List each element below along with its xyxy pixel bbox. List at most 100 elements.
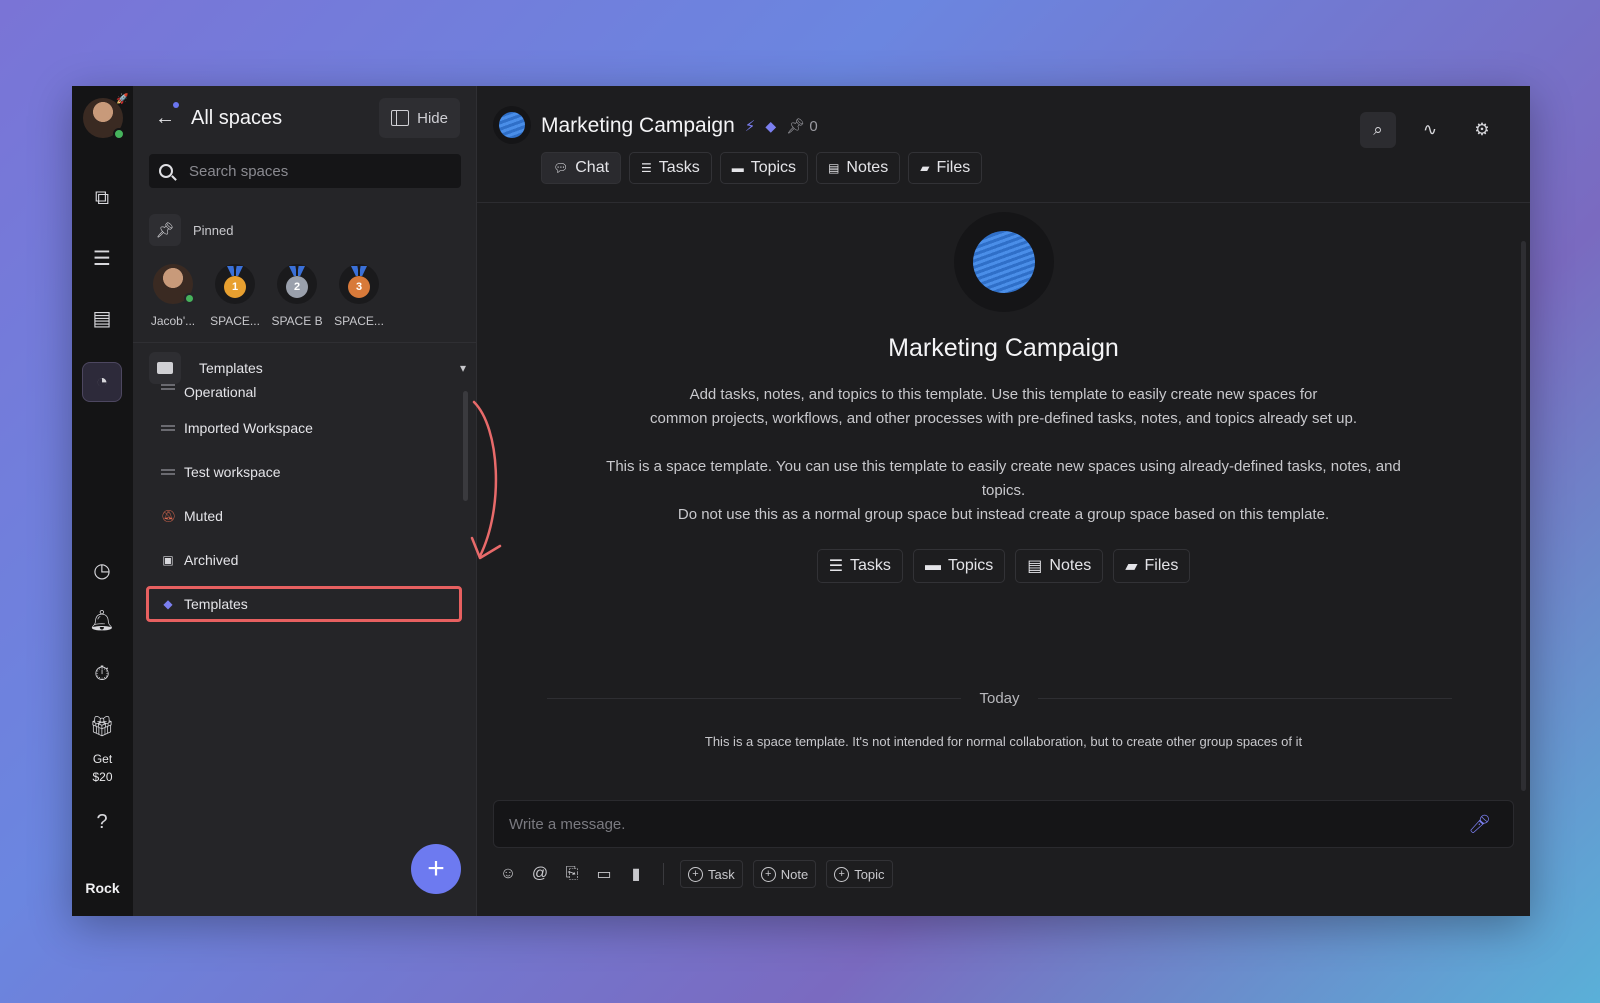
system-message: This is a space template. It's not inten…	[704, 734, 1303, 749]
spaces-icon[interactable]: ⧉	[82, 178, 122, 218]
sidebar-header: ← All spaces Hide	[149, 98, 460, 138]
medal-badge: 3	[348, 276, 370, 298]
shortcut-tasks[interactable]: ☰ Tasks	[816, 549, 903, 583]
arrow-left-icon: ←	[155, 106, 175, 129]
brand-name: Rock	[85, 880, 120, 896]
pinned-space-3[interactable]: 3 SPACE...	[334, 264, 384, 328]
list-item-label: Operational	[184, 384, 257, 400]
app-window: 🚀 ⧉ ☰ ▤ ◔ ◷ 🔔︎ ⏱︎ 🎁︎ Get $20 ? Rock ← Al…	[72, 86, 1530, 916]
nav-rail: 🚀 ⧉ ☰ ▤ ◔ ◷ 🔔︎ ⏱︎ 🎁︎ Get $20 ? Rock	[72, 86, 133, 916]
space-icon	[161, 469, 175, 475]
hide-label: Hide	[417, 109, 448, 127]
list-item-test-workspace[interactable]: Test workspace	[149, 450, 457, 494]
shortcut-notes[interactable]: ▤ Notes	[1015, 549, 1104, 583]
pinned-spaces: Jacob'... 1 SPACE... 2 SPACE B 3 SPACE..…	[149, 264, 384, 328]
yarn-icon	[499, 112, 525, 138]
tasks-list-icon[interactable]: ☰	[82, 238, 122, 278]
sidebar-scrollbar[interactable]	[463, 391, 468, 501]
list-item-label: Archived	[184, 552, 239, 568]
gift-label[interactable]: Get $20	[72, 750, 133, 786]
dashboard-icon[interactable]: ◔	[82, 362, 122, 402]
message-input[interactable]: Write a message. 🎤︎	[493, 800, 1514, 848]
search-spaces-input[interactable]: Search spaces	[149, 154, 461, 188]
pin-count[interactable]: 📌︎ 0	[786, 117, 818, 135]
avatar	[153, 264, 195, 304]
list-item-operational[interactable]: Operational	[149, 384, 457, 406]
intro-shortcuts: ☰ Tasks ▬ Topics ▤ Notes ▰ Files	[477, 549, 1530, 583]
list-item-archived[interactable]: ▣ Archived	[149, 538, 457, 582]
tab-chat[interactable]: 💬︎ Chat	[541, 152, 622, 184]
composer-toolbar: ☺ @ ⎘ ▭ ▮ + Task + Note + Topic	[497, 860, 893, 888]
microphone-icon[interactable]: 🎤︎	[1468, 814, 1491, 835]
pinned-space-jacob[interactable]: Jacob'...	[149, 264, 197, 328]
hide-sidebar-button[interactable]: Hide	[379, 98, 460, 138]
poll-icon[interactable]: ▮	[625, 863, 647, 885]
chevron-down-icon[interactable]: ▾	[460, 361, 466, 375]
gear-icon[interactable]: ⚙︎	[1464, 112, 1500, 148]
bell-icon[interactable]: 🔔︎	[82, 600, 122, 640]
spaces-list: Operational Imported Workspace Test work…	[146, 384, 462, 622]
space-title[interactable]: Marketing Campaign	[541, 114, 735, 138]
description-line: Do not use this as a normal group space …	[677, 506, 1330, 523]
main-scrollbar[interactable]	[1521, 241, 1526, 791]
tasks-icon: ☰	[641, 161, 652, 175]
activity-icon[interactable]: ∿	[1412, 112, 1448, 148]
list-item-label: Templates	[184, 596, 248, 612]
search-placeholder: Search spaces	[189, 162, 289, 180]
video-icon[interactable]: ▭	[593, 863, 615, 885]
attachment-icon[interactable]: ⎘	[561, 863, 583, 885]
yarn-icon	[972, 231, 1035, 293]
add-task-button[interactable]: + Task	[680, 860, 743, 888]
space-intro-title: Marketing Campaign	[888, 334, 1119, 362]
panel-icon	[391, 110, 410, 126]
space-avatar[interactable]	[493, 106, 531, 144]
chat-bubble-icon: 💬︎	[553, 161, 569, 175]
description-line: Add tasks, notes, and topics to this tem…	[689, 386, 1318, 403]
list-item-label: Test workspace	[184, 464, 281, 480]
pinned-space-b[interactable]: 2 SPACE B	[271, 264, 323, 328]
pinned-space-label: SPACE...	[334, 314, 384, 328]
header-actions: ⌕ ∿ ⚙︎	[1360, 112, 1500, 148]
list-item-templates[interactable]: ◆ Templates	[146, 586, 462, 622]
tab-topics[interactable]: ▬ Topics	[719, 152, 809, 184]
timer-icon[interactable]: ⏱︎	[82, 654, 122, 694]
shortcut-topics[interactable]: ▬ Topics	[912, 549, 1006, 583]
tab-tasks[interactable]: ☰ Tasks	[629, 152, 712, 184]
group-label: Templates	[199, 360, 263, 376]
plus-circle-icon: +	[688, 866, 703, 882]
templates-group-header[interactable]: Templates ▾	[149, 352, 466, 384]
add-topic-button[interactable]: + Topic	[826, 860, 893, 888]
emoji-icon[interactable]: ☺	[497, 863, 519, 885]
note-icon: ▤	[1027, 558, 1043, 575]
document-icon[interactable]: ▤	[82, 298, 122, 338]
clock-icon[interactable]: ◷	[82, 550, 122, 590]
help-icon[interactable]: ?	[82, 802, 122, 842]
search-icon[interactable]: ⌕	[1360, 112, 1396, 148]
toolbar-divider	[663, 863, 664, 885]
sidebar-title: All spaces	[191, 106, 283, 129]
mention-icon[interactable]: @	[529, 863, 551, 885]
user-avatar[interactable]: 🚀	[82, 94, 129, 140]
spaces-sidebar: ← All spaces Hide Search spaces 📌︎ Pinne…	[133, 86, 477, 916]
list-item-label: Muted	[184, 508, 223, 524]
muted-bell-icon: 🔕︎	[161, 509, 177, 523]
back-button[interactable]: ←	[149, 102, 181, 134]
shortcut-files[interactable]: ▰ Files	[1113, 549, 1191, 583]
space-title-row: Marketing Campaign ⚡︎ ◆ 📌︎ 0	[541, 114, 818, 138]
medal-icon: 2	[277, 264, 317, 304]
add-note-button[interactable]: + Note	[752, 860, 817, 888]
topic-icon: ▬	[924, 557, 941, 574]
topic-icon: ▬	[731, 161, 744, 175]
list-item-muted[interactable]: 🔕︎ Muted	[149, 494, 457, 538]
space-avatar-large	[953, 212, 1054, 312]
add-space-button[interactable]: +	[411, 844, 461, 894]
online-status-dot	[112, 128, 125, 140]
tasks-icon: ☰	[828, 558, 844, 575]
tab-files[interactable]: ▰ Files	[908, 152, 983, 184]
tab-notes[interactable]: ▤ Notes	[816, 152, 901, 184]
pinned-space-1[interactable]: 1 SPACE...	[210, 264, 260, 328]
paint-bucket-icon: ◆	[765, 117, 777, 134]
gift-icon[interactable]: 🎁︎	[82, 706, 122, 746]
list-item-imported-workspace[interactable]: Imported Workspace	[149, 406, 457, 450]
annotation-arrow	[470, 400, 502, 560]
